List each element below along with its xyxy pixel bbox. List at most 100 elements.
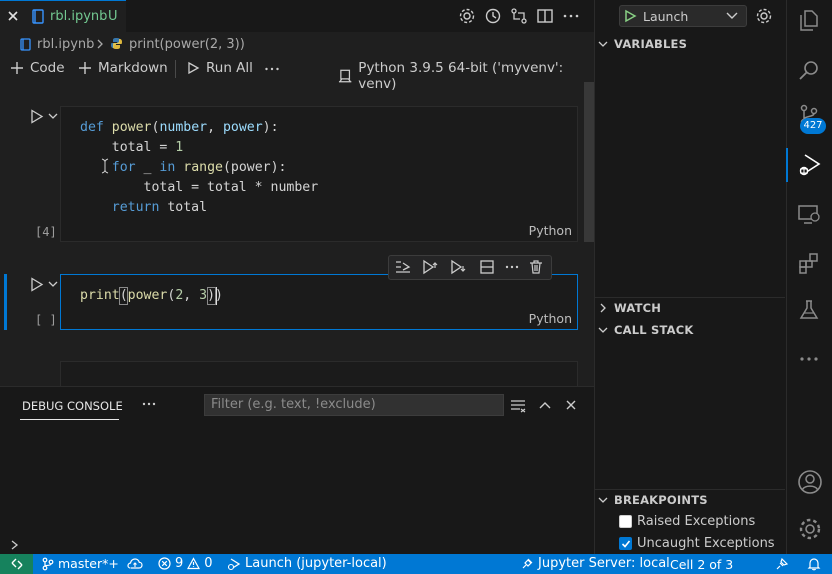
notebook-icon (20, 38, 31, 51)
manage-gear-icon[interactable] (797, 516, 823, 542)
kernel-picker[interactable]: Python 3.9.5 64-bit ('myvenv': venv) (338, 60, 594, 92)
breadcrumb-file[interactable]: rbl.ipynb (37, 37, 94, 52)
more-actions-icon[interactable] (504, 259, 520, 275)
console-filter-input[interactable]: Filter (e.g. text, !exclude) (204, 394, 504, 416)
debug-launch-label: Launch (jupyter-local) (245, 556, 387, 571)
chevron-down-icon[interactable] (48, 280, 58, 288)
close-icon[interactable] (6, 9, 20, 23)
gear-icon[interactable] (755, 7, 773, 25)
cell-focus-indicator (4, 274, 7, 330)
more-actions-icon[interactable] (264, 62, 280, 76)
feedback-icon[interactable] (775, 557, 789, 571)
code-line[interactable]: def power(number, power): (80, 118, 318, 138)
kernel-label: Python 3.9.5 64-bit ('myvenv': venv) (358, 60, 564, 92)
breadcrumb-symbol[interactable]: print(power(2, 3)) (129, 37, 245, 52)
run-all-button[interactable]: Run All (186, 60, 253, 76)
run-by-line-icon[interactable] (395, 259, 411, 275)
compare-changes-icon[interactable] (510, 7, 528, 25)
remote-explorer-icon[interactable] (797, 202, 821, 226)
watch-title: WATCH (614, 301, 662, 315)
notebook-icon (32, 9, 44, 24)
notifications-bell-icon[interactable] (807, 557, 821, 571)
breakpoints-title: BREAKPOINTS (614, 493, 708, 507)
chevron-up-icon[interactable] (538, 400, 552, 410)
more-actions-icon[interactable] (562, 7, 580, 25)
checkmark-icon (621, 540, 631, 548)
extensions-icon[interactable] (797, 251, 821, 275)
variables-section-header[interactable]: VARIABLES (598, 37, 687, 51)
sync-cloud-icon[interactable] (127, 557, 143, 571)
cell-language[interactable]: Python (529, 311, 572, 326)
close-icon[interactable] (564, 398, 578, 412)
git-branch-status[interactable]: master*+ (42, 556, 119, 571)
breakpoint-label: Uncaught Exceptions (637, 536, 775, 551)
remote-icon (11, 558, 23, 570)
cell-language[interactable]: Python (529, 223, 572, 238)
more-actions-icon[interactable] (141, 398, 157, 410)
watch-section-header[interactable]: WATCH (598, 301, 661, 315)
history-icon[interactable] (484, 7, 502, 25)
breakpoint-item[interactable]: Raised Exceptions (619, 514, 755, 529)
variables-title: VARIABLES (614, 37, 688, 51)
breakpoints-section-header[interactable]: BREAKPOINTS (598, 493, 708, 507)
launch-config-label: Launch (643, 9, 689, 24)
add-code-label: Code (30, 60, 65, 76)
warning-count: 0 (204, 556, 213, 571)
trash-icon[interactable] (528, 259, 544, 275)
panel-tab-debug-console[interactable]: DEBUG CONSOLE (22, 399, 123, 413)
search-icon[interactable] (797, 58, 821, 82)
code-line[interactable]: return total (80, 198, 318, 218)
error-count: 9 (175, 556, 184, 571)
start-debugging-icon[interactable] (623, 9, 637, 23)
chevron-down-icon[interactable] (48, 112, 58, 120)
cell-source[interactable]: print(power(2, 3)) (80, 286, 223, 306)
problems-status[interactable]: 9 0 (158, 556, 213, 571)
call-stack-section-header[interactable]: CALL STACK (598, 323, 694, 337)
more-views-icon[interactable] (797, 347, 821, 371)
text-caret (216, 287, 217, 305)
jupyter-server-status[interactable]: Jupyter Server: local (521, 556, 670, 571)
breakpoint-item[interactable]: Uncaught Exceptions (619, 536, 775, 551)
run-and-debug-icon[interactable] (797, 152, 823, 178)
run-all-label: Run All (206, 60, 253, 76)
gear-icon[interactable] (458, 7, 476, 25)
error-icon (158, 557, 171, 570)
code-cell[interactable] (60, 361, 578, 386)
explorer-icon[interactable] (797, 8, 821, 32)
run-cell-icon[interactable] (30, 277, 44, 292)
code-line[interactable]: total = total * number (80, 178, 319, 198)
add-code-cell-button[interactable]: Code (10, 60, 65, 76)
add-markdown-cell-button[interactable]: Markdown (78, 60, 168, 76)
execute-below-icon[interactable] (450, 259, 466, 275)
launch-config-dropdown[interactable]: Launch (619, 5, 747, 27)
editor-scrollbar[interactable] (584, 82, 594, 242)
code-line[interactable]: total = 1 (80, 138, 318, 158)
active-view-indicator (786, 148, 788, 182)
git-branch-label: master*+ (58, 556, 119, 571)
code-cell[interactable]: def power(number, power): total = 1 for … (60, 106, 578, 242)
breakpoint-checkbox[interactable] (619, 515, 632, 528)
remote-indicator[interactable] (0, 554, 33, 574)
account-icon[interactable] (797, 469, 823, 495)
clear-console-icon[interactable] (510, 399, 526, 413)
split-editor-icon[interactable] (536, 7, 554, 25)
code-cell[interactable]: print(power(2, 3)) Python (60, 274, 578, 330)
debug-launch-status[interactable]: Launch (jupyter-local) (227, 556, 387, 571)
plus-icon (79, 62, 91, 74)
python-icon (110, 37, 123, 50)
run-and-debug-view (594, 0, 786, 554)
tab-status: U (108, 9, 118, 24)
code-line[interactable]: print(power(2, 3)) (80, 286, 223, 306)
run-cell-icon[interactable] (30, 109, 44, 124)
cell-source[interactable]: def power(number, power): total = 1 for … (80, 118, 318, 218)
cell-position-status[interactable]: Cell 2 of 3 (670, 557, 733, 572)
kernel-icon (338, 69, 352, 82)
code-line[interactable]: for _ in range(power): (80, 158, 318, 178)
chevron-down-icon (726, 12, 738, 20)
editor-tab[interactable]: rbl.ipynb U (0, 0, 126, 32)
split-cell-icon[interactable] (479, 259, 495, 275)
testing-flask-icon[interactable] (797, 298, 821, 322)
execute-above-icon[interactable] (422, 259, 438, 275)
breadcrumb: rbl.ipynb print(power(2, 3)) (0, 33, 594, 55)
breakpoint-checkbox[interactable] (619, 537, 632, 550)
